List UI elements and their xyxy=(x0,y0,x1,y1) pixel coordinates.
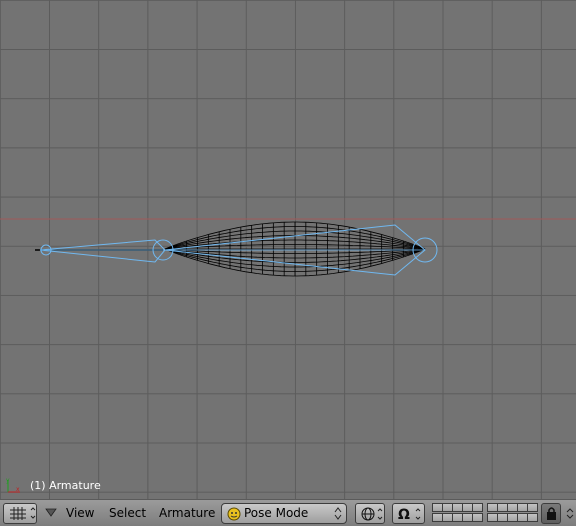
mode-select[interactable]: Pose Mode xyxy=(221,503,347,524)
axes-gizmo-icon: y x xyxy=(6,477,20,493)
wireframe-mesh[interactable] xyxy=(164,221,426,277)
layer-toggle[interactable] xyxy=(472,513,483,522)
layer-toggle[interactable] xyxy=(527,503,538,512)
lock-button[interactable] xyxy=(541,503,561,524)
layer-toggle[interactable] xyxy=(527,513,538,522)
layer-toggle[interactable] xyxy=(472,503,483,512)
menu-select[interactable]: Select xyxy=(109,506,146,520)
scene-canvas[interactable] xyxy=(0,0,576,499)
svg-text:y: y xyxy=(6,477,10,484)
collapse-menu-triangle-icon[interactable] xyxy=(45,508,57,517)
armature-bones[interactable] xyxy=(35,224,438,276)
menu-armature[interactable]: Armature xyxy=(159,506,215,520)
resize-handle-icon[interactable] xyxy=(565,504,575,523)
svg-text:x: x xyxy=(16,486,20,493)
lock-icon xyxy=(547,507,556,520)
view3d-header: View Select Armature Pose Mode Ω xyxy=(0,499,576,526)
editor-type-button[interactable] xyxy=(3,503,37,524)
pose-mode-icon xyxy=(227,507,241,521)
object-info-label: (1) Armature xyxy=(30,479,101,492)
wireframe-sphere-icon xyxy=(361,507,383,521)
draw-type-button[interactable] xyxy=(355,503,385,524)
grid-icon xyxy=(10,507,36,520)
menu-view[interactable]: View xyxy=(66,506,94,520)
bone-1 xyxy=(39,239,166,263)
magnet-icon: Ω xyxy=(398,507,421,522)
updown-arrows-icon xyxy=(334,507,342,520)
3d-viewport[interactable]: y x (1) Armature xyxy=(0,0,576,499)
pivot-button[interactable]: Ω xyxy=(392,503,425,524)
svg-text:Ω: Ω xyxy=(398,507,410,522)
mode-label: Pose Mode xyxy=(244,506,309,520)
